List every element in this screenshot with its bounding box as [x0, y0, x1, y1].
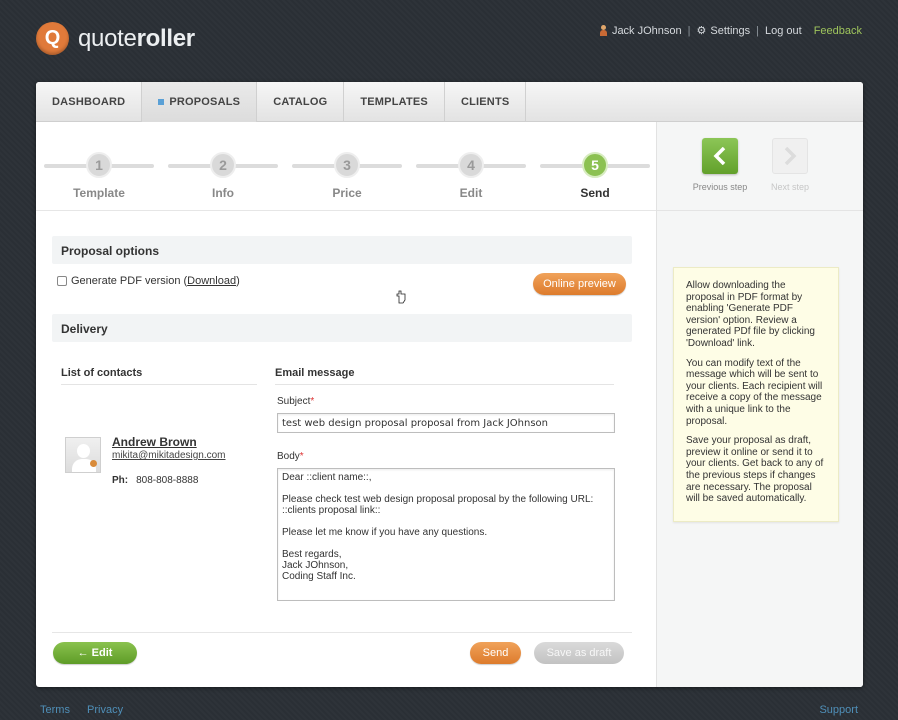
divider	[36, 210, 656, 211]
subject-label: Subject*	[277, 396, 315, 407]
settings-link[interactable]: Settings	[710, 25, 750, 37]
mouse-cursor-icon	[396, 290, 406, 304]
user-link[interactable]: Jack JOhnson	[612, 25, 682, 37]
step-number: 4	[458, 152, 484, 178]
proposal-options-heading: Proposal options	[52, 236, 632, 264]
step-template[interactable]: 1 Template	[44, 152, 154, 200]
footer-links: Terms Privacy	[40, 704, 137, 716]
tab-clients[interactable]: CLIENTS	[445, 82, 527, 122]
step-label: Send	[580, 186, 610, 200]
delivery-heading: Delivery	[52, 314, 632, 342]
step-progress: 1 Template 2 Info 3 Price 4 Edit 5 Send	[44, 152, 650, 202]
tab-catalog[interactable]: CATALOG	[257, 82, 345, 122]
contact-email-link[interactable]: mikita@mikitadesign.com	[112, 450, 226, 461]
tab-dashboard[interactable]: DASHBOARD	[36, 82, 143, 122]
help-sidebar: Previous step Next step Allow downloadin…	[656, 122, 863, 687]
help-tip: Allow downloading the proposal in PDF fo…	[673, 267, 839, 522]
chevron-left-icon	[713, 147, 726, 165]
subject-input[interactable]: test web design proposal proposal from J…	[277, 413, 615, 433]
step-info[interactable]: 2 Info	[168, 152, 278, 200]
privacy-link[interactable]: Privacy	[87, 704, 123, 716]
step-number: 1	[86, 152, 112, 178]
step-label: Info	[212, 186, 234, 200]
gear-icon: ⚙	[696, 25, 707, 37]
top-nav: Jack JOhnson | ⚙ Settings | Log out Feed…	[599, 24, 862, 37]
contact-phone: Ph: 808-808-8888	[112, 475, 199, 486]
feedback-link[interactable]: Feedback	[814, 25, 862, 37]
tip-paragraph: Allow downloading the proposal in PDF fo…	[686, 280, 815, 349]
previous-step-label: Previous step	[692, 182, 748, 192]
save-draft-button[interactable]: Save as draft	[534, 642, 624, 664]
step-edit[interactable]: 4 Edit	[416, 152, 526, 200]
body-textarea[interactable]: Dear ::client name::, Please check test …	[277, 468, 615, 601]
step-price[interactable]: 3 Price	[292, 152, 402, 200]
tip-paragraph: You can modify text of the message which…	[686, 357, 823, 427]
divider	[52, 632, 632, 633]
step-number: 3	[334, 152, 360, 178]
email-message-title: Email message	[275, 367, 355, 379]
main-panel: DASHBOARD PROPOSALS CATALOG TEMPLATES CL…	[36, 82, 863, 687]
main-tabs: DASHBOARD PROPOSALS CATALOG TEMPLATES CL…	[36, 82, 863, 122]
avatar	[65, 437, 101, 473]
wizard-content: 1 Template 2 Info 3 Price 4 Edit 5 Send …	[36, 122, 656, 687]
download-pdf-link[interactable]: Download	[187, 275, 236, 287]
step-number: 5	[582, 152, 608, 178]
tab-templates[interactable]: TEMPLATES	[344, 82, 445, 122]
send-button[interactable]: Send	[470, 642, 521, 664]
contacts-title: List of contacts	[61, 367, 143, 379]
step-label: Edit	[459, 186, 483, 200]
generate-pdf-checkbox[interactable]	[57, 276, 67, 287]
user-icon	[599, 25, 607, 36]
support-link[interactable]: Support	[819, 704, 858, 716]
online-preview-button[interactable]: Online preview	[533, 273, 626, 295]
step-label: Price	[332, 186, 362, 200]
next-step-label: Next step	[770, 182, 810, 192]
pdf-option-row: Generate PDF version (Download)	[57, 275, 240, 287]
next-step-button	[772, 138, 808, 174]
body-label: Body*	[277, 451, 304, 462]
logo-badge: Q	[36, 22, 69, 55]
logo-text: quoteroller	[78, 24, 195, 52]
step-label: Template	[73, 186, 125, 200]
step-send[interactable]: 5 Send	[540, 152, 650, 200]
active-tab-marker-icon	[158, 99, 165, 105]
tip-paragraph: Save your proposal as draft, preview it …	[686, 435, 824, 505]
contact-name-link[interactable]: Andrew Brown	[112, 435, 197, 449]
tab-proposals[interactable]: PROPOSALS	[142, 82, 258, 122]
logout-link[interactable]: Log out	[765, 25, 802, 37]
terms-link[interactable]: Terms	[40, 704, 70, 716]
back-edit-button[interactable]: ← Edit	[53, 642, 137, 664]
chevron-right-icon	[784, 147, 797, 165]
app-logo[interactable]: Q quoteroller	[36, 22, 195, 55]
previous-step-button[interactable]	[702, 138, 738, 174]
step-number: 2	[210, 152, 236, 178]
